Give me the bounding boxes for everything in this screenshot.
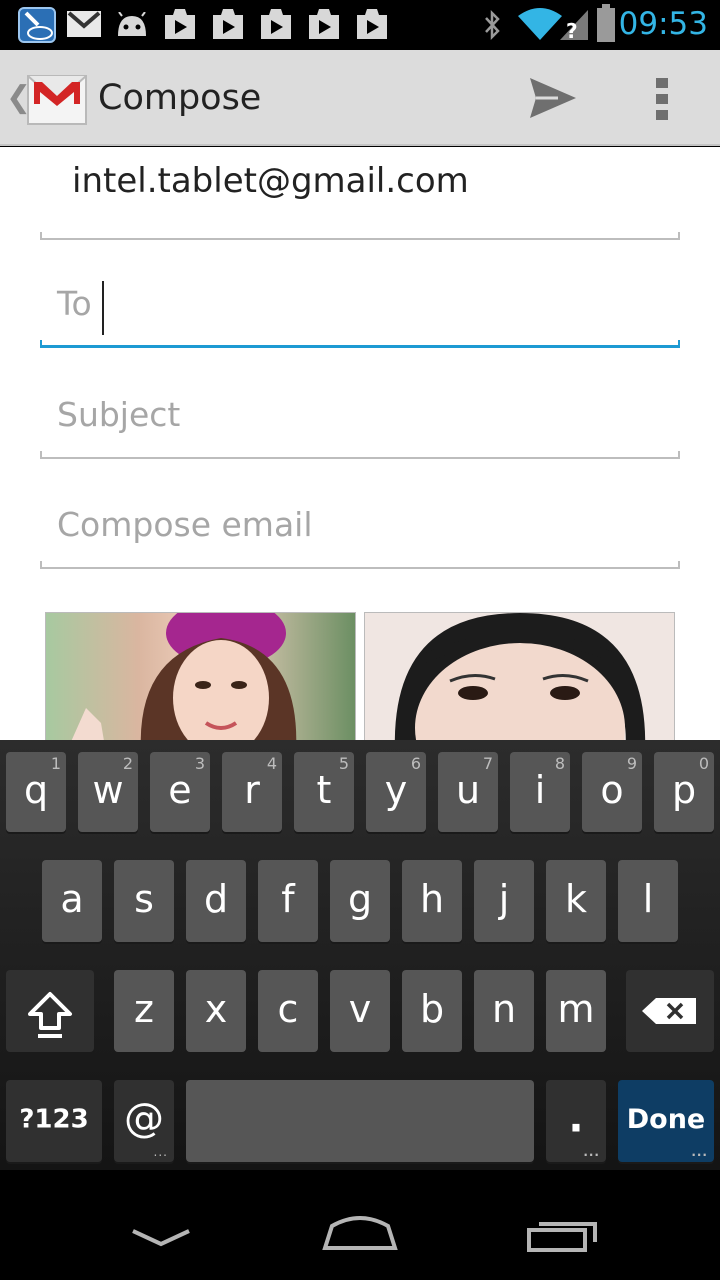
bluetooth-icon: [485, 10, 500, 40]
clock: 09:53: [618, 6, 708, 42]
key-r[interactable]: 4r: [222, 752, 282, 832]
key-h[interactable]: h: [402, 860, 462, 942]
key-a[interactable]: a: [42, 860, 102, 942]
at-key[interactable]: @...: [114, 1080, 174, 1162]
body-field-underline: [40, 561, 680, 569]
backspace-icon: [642, 998, 696, 1024]
from-account[interactable]: intel.tablet@gmail.com: [72, 161, 469, 201]
battery-icon: [597, 4, 615, 42]
done-key[interactable]: Done...: [618, 1080, 714, 1162]
symbols-key[interactable]: ?123: [6, 1080, 102, 1162]
delete-key[interactable]: [626, 970, 714, 1052]
subject-field[interactable]: Subject: [57, 395, 180, 434]
key-e[interactable]: 3e: [150, 752, 210, 832]
key-x[interactable]: x: [186, 970, 246, 1052]
key-k[interactable]: k: [546, 860, 606, 942]
no-signal-icon: ?: [560, 10, 588, 42]
key-w[interactable]: 2w: [78, 752, 138, 832]
play-store-icon: [213, 9, 243, 39]
key-z[interactable]: z: [114, 970, 174, 1052]
key-n[interactable]: n: [474, 970, 534, 1052]
space-key[interactable]: [186, 1080, 534, 1162]
android-icon: [118, 12, 146, 36]
text-cursor: [102, 281, 104, 335]
send-icon[interactable]: [528, 76, 578, 120]
overflow-menu-icon[interactable]: [656, 78, 670, 120]
on-screen-keyboard: 1q 2w 3e 4r 5t 6y 7u 8i 9o 0p a s d f g …: [0, 740, 720, 1170]
key-c[interactable]: c: [258, 970, 318, 1052]
play-store-icon: [309, 9, 339, 39]
play-store-icon: [165, 9, 195, 39]
gmail-logo-icon[interactable]: [26, 68, 88, 126]
gmail-icon: [67, 11, 101, 37]
compose-form: intel.tablet@gmail.com To Subject Compos…: [0, 147, 720, 740]
to-field-underline: [40, 340, 680, 348]
key-t[interactable]: 5t: [294, 752, 354, 832]
period-key[interactable]: ....: [546, 1080, 606, 1162]
navigation-bar: [0, 1170, 720, 1280]
key-f[interactable]: f: [258, 860, 318, 942]
key-o[interactable]: 9o: [582, 752, 642, 832]
key-i[interactable]: 8i: [510, 752, 570, 832]
photo-attachment[interactable]: [364, 612, 675, 740]
key-g[interactable]: g: [330, 860, 390, 942]
key-u[interactable]: 7u: [438, 752, 498, 832]
key-d[interactable]: d: [186, 860, 246, 942]
key-j[interactable]: j: [474, 860, 534, 942]
action-bar: ❮ Compose: [0, 50, 720, 146]
back-chevron-icon[interactable]: [130, 1228, 192, 1248]
status-bar: ? 09:53: [0, 0, 720, 50]
key-q[interactable]: 1q: [6, 752, 66, 832]
play-store-icon: [261, 9, 291, 39]
subject-field-underline: [40, 451, 680, 459]
key-v[interactable]: v: [330, 970, 390, 1052]
wifi-icon: [518, 8, 562, 40]
page-title: Compose: [98, 78, 262, 118]
key-l[interactable]: l: [618, 860, 678, 942]
key-m[interactable]: m: [546, 970, 606, 1052]
shift-icon: [28, 992, 72, 1038]
key-b[interactable]: b: [402, 970, 462, 1052]
intel-app-icon: [18, 7, 56, 43]
key-s[interactable]: s: [114, 860, 174, 942]
home-icon[interactable]: [322, 1212, 398, 1252]
shift-key[interactable]: [6, 970, 94, 1052]
body-field[interactable]: Compose email: [57, 505, 313, 544]
photo-attachment[interactable]: [45, 612, 356, 740]
key-y[interactable]: 6y: [366, 752, 426, 832]
recent-apps-icon[interactable]: [526, 1216, 600, 1254]
key-p[interactable]: 0p: [654, 752, 714, 832]
to-field[interactable]: To: [57, 284, 92, 323]
svg-text:?: ?: [566, 19, 578, 42]
play-store-icon: [357, 9, 387, 39]
from-divider: [40, 232, 680, 240]
